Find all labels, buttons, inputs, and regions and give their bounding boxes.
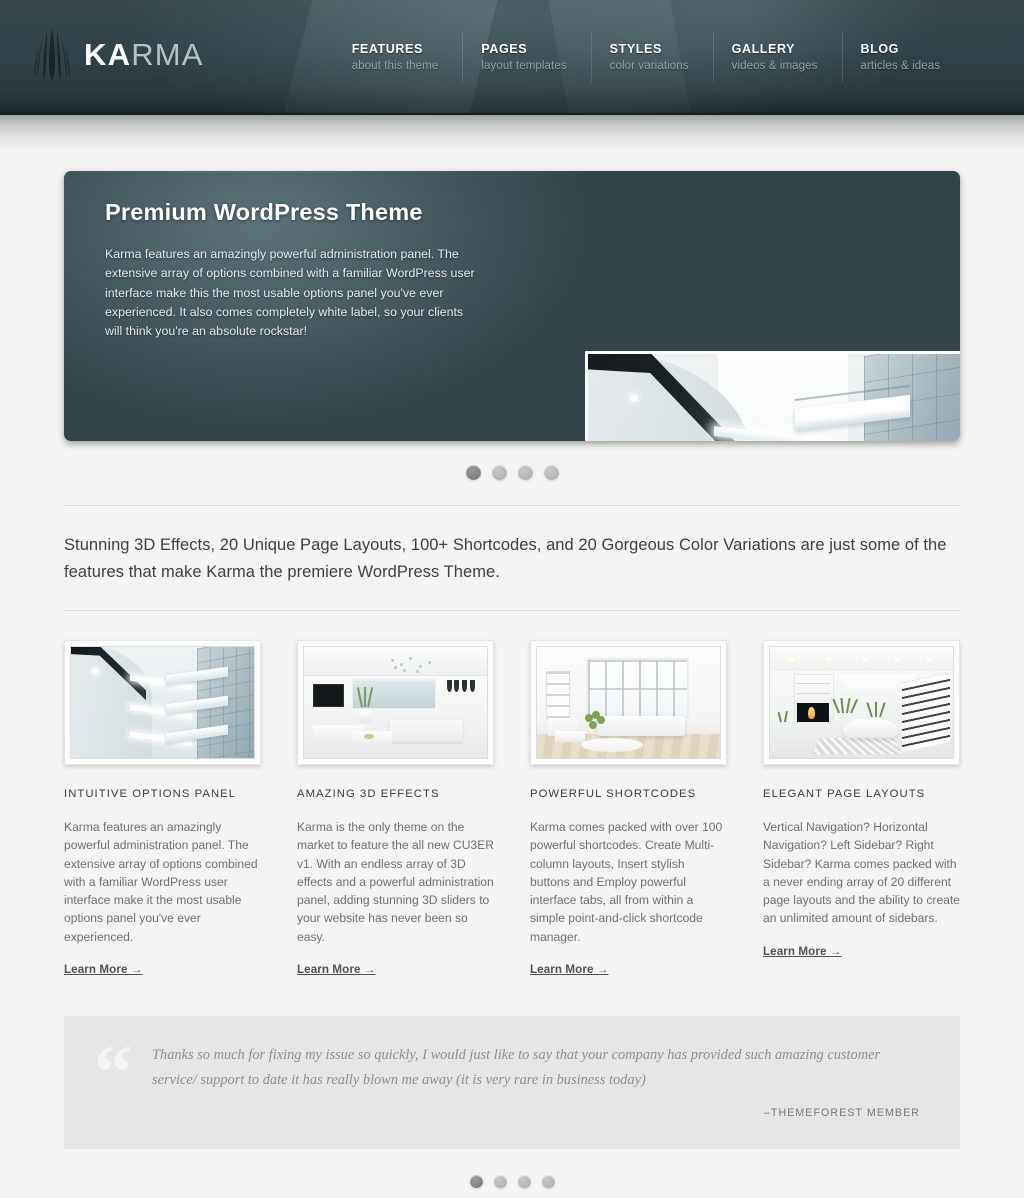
feature-thumbnail[interactable] (297, 640, 494, 765)
hero-pager-dot-4[interactable] (543, 465, 559, 480)
hero-slide-description: Karma features an amazingly powerful adm… (105, 247, 475, 339)
feature-column-options-panel: INTUITIVE OPTIONS PANEL Karma features a… (64, 640, 261, 978)
logo-wordmark-light: RMA (131, 37, 204, 72)
intro-paragraph: Stunning 3D Effects, 20 Unique Page Layo… (64, 536, 947, 581)
fireplace-staircase-thumbnail-image (769, 646, 954, 759)
nav-item-title: GALLERY (731, 41, 796, 56)
feature-body: Karma is the only theme on the market to… (297, 820, 494, 944)
learn-more-link[interactable]: Learn More → (763, 945, 842, 958)
nav-item-title: FEATURES (351, 41, 423, 56)
quote-mark-icon: “ (94, 1030, 132, 1115)
feature-column-page-layouts: ELEGANT PAGE LAYOUTS Vertical Navigation… (763, 640, 960, 978)
site-header: KARMA FEATURES about this theme PAGES la… (0, 0, 1024, 115)
nav-item-subtitle: color variations (609, 59, 689, 72)
feature-thumbnail[interactable] (530, 640, 727, 765)
hero-slider[interactable]: Premium WordPress Theme Karma features a… (64, 171, 960, 441)
feature-title: POWERFUL SHORTCODES (530, 788, 697, 800)
testimonial-pager-dot-1[interactable] (469, 1175, 483, 1189)
nav-item-subtitle: articles & ideas (860, 59, 941, 72)
nav-item-subtitle: layout templates (481, 59, 567, 72)
feature-column-3d-effects: AMAZING 3D EFFECTS Karma is the only the… (297, 640, 494, 978)
hero-slide-image (585, 351, 960, 441)
testimonial-pager-dot-3[interactable] (517, 1175, 531, 1189)
nav-item-pages[interactable]: PAGES layout templates (462, 31, 590, 82)
hero-slider-pager (64, 441, 960, 480)
testimonial-text: Thanks so much for fixing my issue so qu… (152, 1047, 881, 1089)
atrium-architecture-thumbnail-image (70, 646, 255, 759)
feature-thumbnail[interactable] (64, 640, 261, 765)
testimonial-pager (64, 1149, 960, 1189)
nav-item-gallery[interactable]: GALLERY videos & images (712, 31, 842, 82)
feature-title: ELEGANT PAGE LAYOUTS (763, 788, 926, 800)
testimonial-author: –THEMEFOREST MEMBER (763, 1107, 920, 1120)
learn-more-link[interactable]: Learn More → (530, 963, 609, 976)
karma-leaf-logo-icon (34, 28, 70, 81)
testimonial-block: “ Thanks so much for fixing my issue so … (64, 1016, 960, 1150)
site-logo[interactable]: KARMA (34, 28, 204, 81)
feature-column-shortcodes: POWERFUL SHORTCODES Karma comes packed w… (530, 640, 727, 978)
nav-item-title: BLOG (860, 41, 900, 56)
feature-body: Karma features an amazingly powerful adm… (64, 820, 258, 944)
hero-slide-text: Premium WordPress Theme Karma features a… (105, 199, 480, 341)
nav-item-title: PAGES (481, 41, 528, 56)
learn-more-link[interactable]: Learn More → (64, 963, 143, 976)
testimonial-pager-dot-4[interactable] (541, 1175, 555, 1189)
hero-pager-dot-2[interactable] (491, 465, 507, 480)
white-living-room-thumbnail-image (303, 646, 488, 759)
nav-item-features[interactable]: FEATURES about this theme (334, 32, 463, 82)
feature-body: Karma comes packed with over 100 powerfu… (530, 820, 723, 944)
nav-item-blog[interactable]: BLOG articles & ideas (841, 31, 965, 82)
nav-item-subtitle: videos & images (731, 59, 818, 72)
logo-wordmark: KARMA (84, 39, 204, 70)
testimonial-pager-dot-2[interactable] (493, 1175, 507, 1189)
hero-pager-dot-3[interactable] (517, 465, 533, 480)
feature-title: INTUITIVE OPTIONS PANEL (64, 788, 237, 800)
content-container: Premium WordPress Theme Karma features a… (64, 151, 960, 1189)
page-body: Premium WordPress Theme Karma features a… (0, 151, 1024, 1198)
main-navigation: FEATURES about this theme PAGES layout t… (334, 31, 965, 82)
nav-item-subtitle: about this theme (351, 59, 439, 72)
atrium-architecture-illustration (585, 351, 960, 441)
logo-wordmark-bold: KA (84, 37, 132, 72)
hero-pager-dot-1[interactable] (465, 465, 481, 480)
hero-slide-title: Premium WordPress Theme (105, 199, 423, 225)
hero-slider-wrapper: Premium WordPress Theme Karma features a… (64, 151, 960, 480)
learn-more-link[interactable]: Learn More → (297, 963, 376, 976)
feature-body: Vertical Navigation? Horizontal Navigati… (763, 820, 960, 926)
nav-item-styles[interactable]: STYLES color variations (590, 31, 713, 82)
feature-title: AMAZING 3D EFFECTS (297, 788, 440, 800)
feature-thumbnail[interactable] (763, 640, 960, 765)
white-lounge-thumbnail-image (536, 646, 721, 759)
nav-item-title: STYLES (609, 41, 662, 56)
header-inner: KARMA FEATURES about this theme PAGES la… (30, 0, 994, 113)
feature-columns: INTUITIVE OPTIONS PANEL Karma features a… (64, 611, 960, 978)
header-drop-shadow (0, 115, 1024, 151)
